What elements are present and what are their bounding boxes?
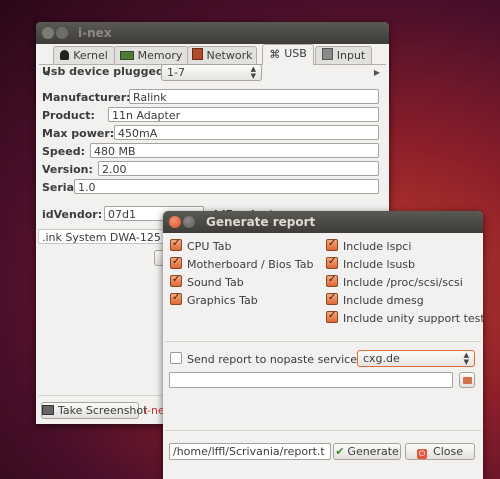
folder-icon (463, 377, 472, 384)
checkbox-icon[interactable] (326, 291, 338, 305)
checkbox-icon[interactable] (326, 237, 338, 251)
usb-icon: ⌘ (269, 48, 281, 61)
nopaste-url-field[interactable] (169, 372, 453, 388)
dialog-separator-bottom (165, 430, 481, 431)
dialog-title: Generate report (206, 215, 316, 229)
window-title: i-nex (78, 26, 112, 40)
product-label: Product: (42, 109, 95, 122)
tux-icon (60, 50, 70, 60)
tab-bar: ◀ Kernel Memory Network ⌘ USB Input ▶ (39, 44, 386, 77)
usb-plugged-label: Usb device plugged: (42, 65, 169, 78)
checkbox-icon[interactable] (170, 273, 182, 287)
checkbox-icon[interactable] (170, 352, 182, 364)
minimize-window-button[interactable] (56, 27, 68, 39)
option-graphics-tab[interactable]: Graphics Tab (170, 291, 258, 307)
checkbox-icon[interactable] (170, 255, 182, 269)
dialog-separator-top (165, 341, 481, 342)
speed-label: Speed: (42, 145, 85, 158)
checkbox-icon[interactable] (326, 273, 338, 287)
main-titlebar: i-nex (36, 22, 389, 44)
network-card-icon (191, 48, 203, 60)
option-include-unity-test[interactable]: Include unity support test (326, 309, 485, 325)
checkbox-icon[interactable] (326, 309, 338, 323)
tab-kernel[interactable]: Kernel (53, 46, 115, 64)
option-motherboard-tab[interactable]: Motherboard / Bios Tab (170, 255, 313, 271)
max-power-field[interactable]: 450mA (114, 125, 379, 140)
input-device-icon (321, 48, 333, 60)
checkmark-icon: ✔ (335, 445, 345, 458)
manufacturer-field[interactable]: Ralink (129, 89, 379, 104)
serial-field[interactable]: 1.0 (74, 179, 379, 194)
option-cpu-tab[interactable]: CPU Tab (170, 237, 231, 253)
take-screenshot-button[interactable]: Take Screenshot (41, 402, 147, 419)
idvendor-label: idVendor: (42, 208, 103, 221)
memory-chip-icon (119, 51, 134, 60)
version-field[interactable]: 2.00 (98, 161, 379, 176)
screenshot-icon (42, 405, 54, 415)
option-include-dmesg[interactable]: Include dmesg (326, 291, 424, 307)
usb-device-select[interactable]: 1-7 ▲ ▼ (161, 64, 262, 81)
option-sound-tab[interactable]: Sound Tab (170, 273, 244, 289)
option-include-scsi[interactable]: Include /proc/scsi/scsi (326, 273, 463, 289)
dialog-close-icon[interactable] (169, 216, 181, 228)
dialog-minimize-icon[interactable] (183, 216, 195, 228)
serial-label: Serial (42, 181, 78, 194)
tab-network[interactable]: Network (187, 46, 257, 64)
option-include-lspci[interactable]: Include lspci (326, 237, 411, 253)
close-icon: ⏻ (417, 449, 428, 459)
spin-arrows-icon: ▲ ▼ (250, 65, 256, 80)
open-folder-button[interactable] (459, 372, 475, 388)
version-label: Version: (42, 163, 93, 176)
checkbox-icon[interactable] (170, 237, 182, 251)
generate-button[interactable]: ✔ Generate (333, 443, 401, 460)
nopaste-service-select[interactable]: cxg.de ▲ ▼ (357, 350, 475, 367)
product-field[interactable]: 11n Adapter (108, 107, 379, 122)
report-path-field[interactable]: /home/lffl/Scrivania/report.t (169, 443, 331, 460)
option-include-lsusb[interactable]: Include lsusb (326, 255, 415, 271)
max-power-label: Max power: (42, 127, 115, 140)
tab-scroll-right-icon[interactable]: ▶ (374, 68, 380, 77)
tab-usb[interactable]: ⌘ USB (262, 44, 314, 65)
checkbox-icon[interactable] (326, 255, 338, 269)
manufacturer-label: Manufacturer: (42, 91, 131, 104)
tab-input[interactable]: Input (315, 46, 372, 64)
dialog-titlebar: Generate report (163, 211, 483, 233)
speed-field[interactable]: 480 MB (90, 143, 379, 158)
close-button[interactable]: ⏻ Close (405, 443, 475, 460)
spin-arrows-icon: ▲ ▼ (463, 351, 469, 366)
generate-report-dialog: Generate report CPU Tab Motherboard / Bi… (163, 211, 485, 479)
checkbox-icon[interactable] (170, 291, 182, 305)
option-send-nopaste[interactable]: Send report to nopaste service: (170, 352, 361, 366)
tab-memory[interactable]: Memory (114, 46, 188, 64)
close-window-button[interactable] (42, 27, 54, 39)
